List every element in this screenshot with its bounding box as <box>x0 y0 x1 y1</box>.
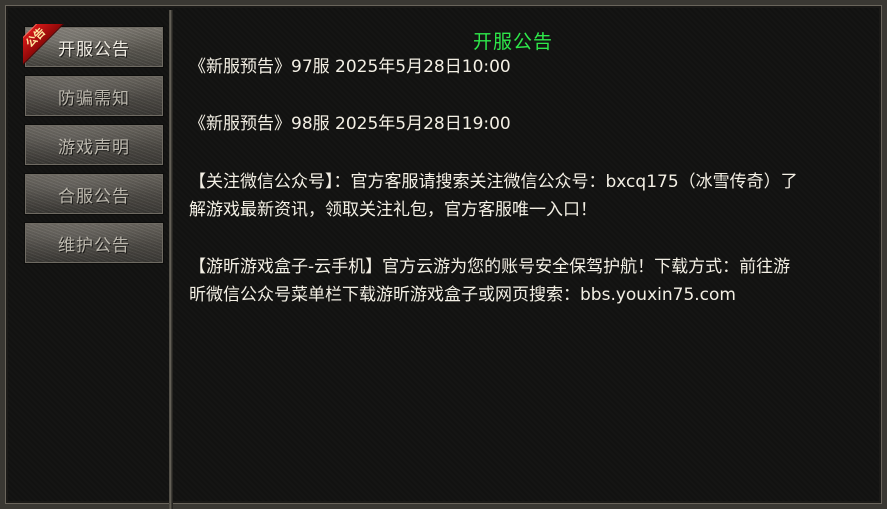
announcement-panel: 开服公告 防骗需知 游戏声明 合服公告 维护公告 公告 开服公告 《新服预告》9… <box>0 0 887 509</box>
page-title: 开服公告 <box>472 31 553 53</box>
sidebar: 开服公告 防骗需知 游戏声明 合服公告 维护公告 公告 <box>10 10 170 509</box>
announcement-line: 《新服预告》98服 2025年5月28日19:00 <box>189 114 511 134</box>
tab-game-statement[interactable]: 游戏声明 <box>24 124 164 166</box>
announcement-line: 【游昕游戏盒子-云手机】官方云游为您的账号安全保驾护航！下载方式：前往游 <box>189 257 791 277</box>
tab-label: 游戏声明 <box>58 137 130 158</box>
tab-label: 防骗需知 <box>58 88 130 109</box>
announcement-line: 昕微信公众号菜单栏下载游昕游戏盒子或网页搜索：bbs.youxin75.com <box>189 285 736 305</box>
tab-maintenance-announcement[interactable]: 维护公告 <box>24 222 164 264</box>
tab-server-merge-announcement[interactable]: 合服公告 <box>24 173 164 215</box>
announcement-line: 《新服预告》97服 2025年5月28日10:00 <box>189 57 511 77</box>
tab-label: 合服公告 <box>58 186 130 207</box>
tab-label: 维护公告 <box>58 235 130 256</box>
tab-label: 开服公告 <box>58 39 130 60</box>
announcement-line: 【关注微信公众号】：官方客服请搜索关注微信公众号：bxcq175（冰雪传奇）了 <box>189 172 798 192</box>
announcement-content: 开服公告 《新服预告》97服 2025年5月28日10:00 《新服预告》98服… <box>173 10 887 509</box>
tab-server-opening-announcement[interactable]: 开服公告 <box>24 26 164 68</box>
announcement-line: 解游戏最新资讯，领取关注礼包，官方客服唯一入口！ <box>189 200 597 220</box>
tab-anti-fraud-notice[interactable]: 防骗需知 <box>24 75 164 117</box>
